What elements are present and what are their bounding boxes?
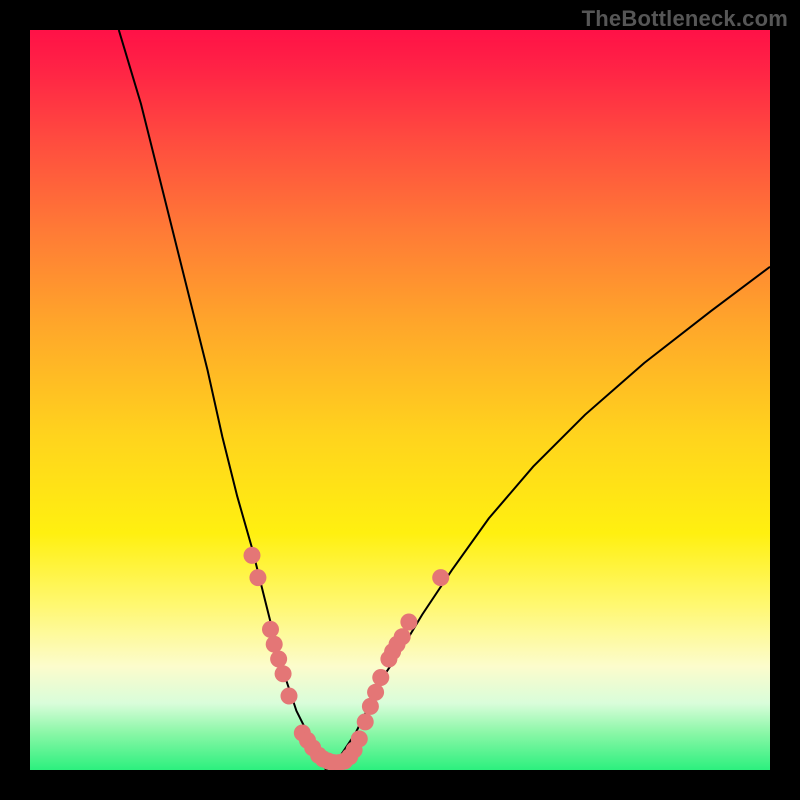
data-point (351, 730, 368, 747)
plot-area (30, 30, 770, 770)
data-point (262, 621, 279, 638)
right-curve (326, 267, 770, 770)
data-point (249, 569, 266, 586)
chart-frame: TheBottleneck.com (0, 0, 800, 800)
chart-svg (30, 30, 770, 770)
data-point (266, 636, 283, 653)
data-point (275, 665, 292, 682)
data-point (244, 547, 261, 564)
data-point (432, 569, 449, 586)
data-point (281, 688, 298, 705)
data-points-group (244, 547, 450, 770)
data-point (394, 628, 411, 645)
data-point (270, 651, 287, 668)
data-point (357, 713, 374, 730)
data-point (400, 614, 417, 631)
data-point (367, 684, 384, 701)
data-point (372, 669, 389, 686)
attribution-text: TheBottleneck.com (582, 6, 788, 32)
left-curve (119, 30, 326, 770)
